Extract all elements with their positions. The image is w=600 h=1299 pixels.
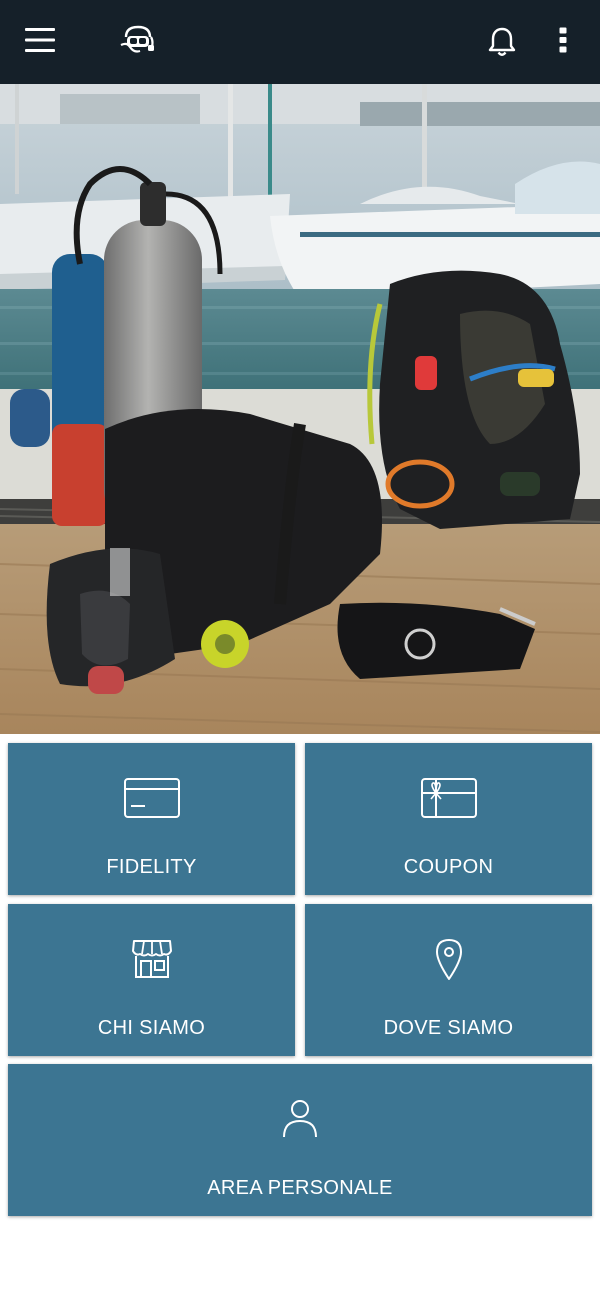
bell-icon[interactable]	[476, 16, 528, 68]
tile-coupon[interactable]: COUPON	[305, 743, 592, 895]
tile-dove-siamo[interactable]: DOVE SIAMO	[305, 904, 592, 1056]
location-pin-icon	[419, 934, 479, 984]
gift-card-icon	[419, 773, 479, 823]
tile-label: CHI SIAMO	[97, 1017, 206, 1039]
more-vertical-icon[interactable]	[540, 16, 586, 64]
hamburger-menu-icon[interactable]	[14, 16, 66, 64]
tile-fidelity[interactable]: FIDELITY	[8, 743, 295, 895]
tile-chi-siamo[interactable]: CHI SIAMO	[8, 904, 295, 1056]
tile-area-personale[interactable]: AREA PERSONALE	[8, 1064, 592, 1216]
hero-image	[0, 84, 600, 734]
diver-mask-logo-icon[interactable]	[112, 16, 164, 64]
tile-label: FIDELITY	[106, 856, 197, 878]
user-icon	[270, 1094, 330, 1144]
tile-label: COUPON	[403, 856, 494, 878]
top-app-bar	[0, 0, 600, 84]
tile-label: AREA PERSONALE	[207, 1177, 393, 1199]
store-icon	[122, 934, 182, 984]
tile-label: DOVE SIAMO	[383, 1017, 514, 1039]
card-icon	[122, 773, 182, 823]
